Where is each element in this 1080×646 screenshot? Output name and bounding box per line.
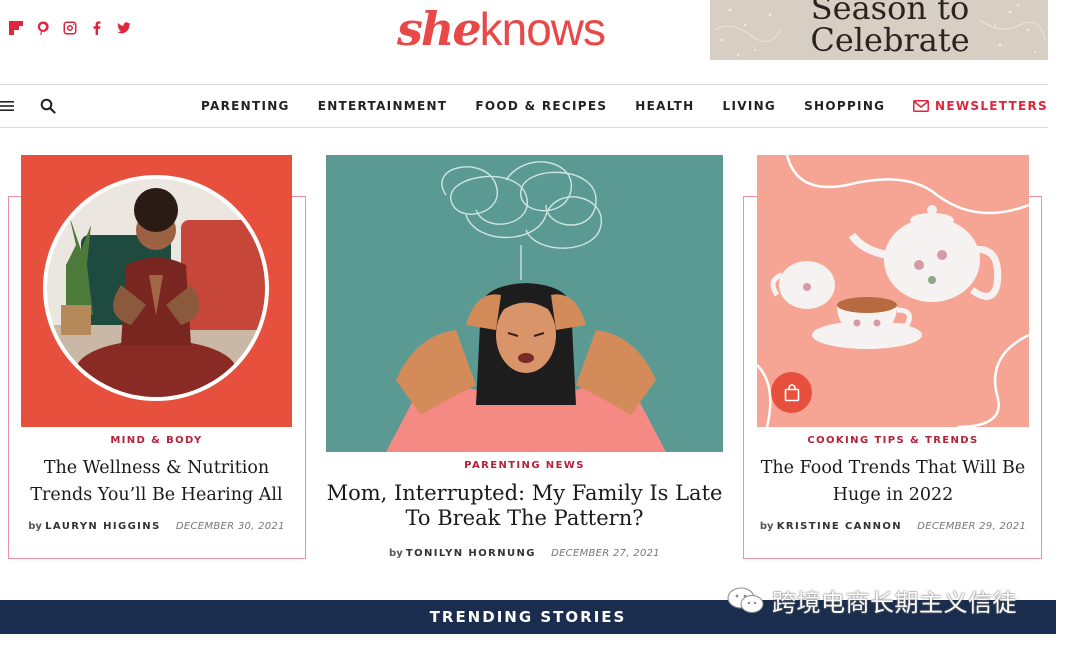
twitter-icon[interactable]: [116, 20, 131, 35]
shopping-bag-icon: [784, 383, 799, 401]
ad-line-2: Celebrate: [810, 21, 970, 59]
nav-item-entertainment[interactable]: ENTERTAINMENT: [318, 99, 448, 113]
article-date: DECEMBER 30, 2021: [175, 521, 285, 532]
envelope-icon: [913, 100, 929, 112]
article-headline[interactable]: Mom, Interrupted: My Family Is Late To B…: [326, 481, 723, 533]
newsletters-link[interactable]: NEWSLETTERS: [913, 85, 1048, 127]
pinterest-icon[interactable]: [35, 20, 50, 35]
nav-item-parenting[interactable]: PARENTING: [201, 99, 290, 113]
nav-menu: PARENTING ENTERTAINMENT FOOD & RECIPES H…: [201, 85, 913, 127]
ad-text: Season to Celebrate: [790, 0, 990, 56]
wechat-watermark: 跨境电商长期主义信徒: [726, 583, 1017, 618]
article-byline: by TONILYN HORNUNG DECEMBER 27, 2021: [326, 548, 723, 559]
article-date: DECEMBER 27, 2021: [551, 548, 660, 559]
stressed-mom-illustration: [386, 161, 666, 452]
newsletters-label: NEWSLETTERS: [935, 99, 1048, 113]
byline-prefix: by: [28, 521, 42, 532]
logo-she: she: [397, 2, 482, 56]
wechat-icon: [727, 587, 764, 613]
flipboard-icon[interactable]: [8, 20, 23, 35]
hamburger-menu-icon[interactable]: [0, 100, 14, 112]
article-author[interactable]: TONILYN HORNUNG: [406, 548, 536, 559]
main-nav: PARENTING ENTERTAINMENT FOOD & RECIPES H…: [0, 84, 1048, 128]
instagram-icon[interactable]: [62, 20, 77, 35]
site-logo[interactable]: she knows: [397, 2, 606, 62]
byline-prefix: by: [759, 521, 774, 532]
nav-item-food-recipes[interactable]: FOOD & RECIPES: [475, 99, 607, 113]
article-image-parenting[interactable]: [326, 155, 723, 452]
article-headline[interactable]: The Wellness & Nutrition Trends You’ll B…: [21, 455, 292, 507]
nav-item-shopping[interactable]: SHOPPING: [804, 99, 885, 113]
nav-item-health[interactable]: HEALTH: [635, 99, 694, 113]
social-links: [8, 20, 131, 35]
article-category[interactable]: COOKING TIPS & TRENDS: [757, 435, 1029, 446]
trending-label: TRENDING STORIES: [429, 608, 627, 626]
article-category[interactable]: MIND & BODY: [21, 435, 292, 446]
article-headline[interactable]: The Food Trends That Will Be Huge in 202…: [757, 455, 1029, 511]
article-image-wellness[interactable]: [21, 155, 292, 427]
watermark-text: 跨境电商长期主义信徒: [772, 589, 1017, 617]
ad-banner[interactable]: Season to Celebrate: [710, 0, 1048, 60]
byline-prefix: by: [389, 548, 403, 559]
article-author[interactable]: LAURYN HIGGINS: [45, 521, 161, 532]
facebook-icon[interactable]: [89, 20, 104, 35]
article-category[interactable]: PARENTING NEWS: [326, 460, 723, 471]
meditation-illustration: [43, 175, 269, 401]
logo-knows: knows: [479, 3, 606, 55]
article-date: DECEMBER 29, 2021: [917, 521, 1027, 532]
article-byline: by LAURYN HIGGINS DECEMBER 30, 2021: [21, 521, 292, 532]
shopping-bag-button[interactable]: [771, 372, 812, 413]
nav-item-living[interactable]: LIVING: [723, 99, 777, 113]
article-author[interactable]: KRISTINE CANNON: [777, 521, 902, 532]
search-icon[interactable]: [40, 98, 56, 114]
article-byline: by KRISTINE CANNON DECEMBER 29, 2021: [757, 521, 1029, 532]
